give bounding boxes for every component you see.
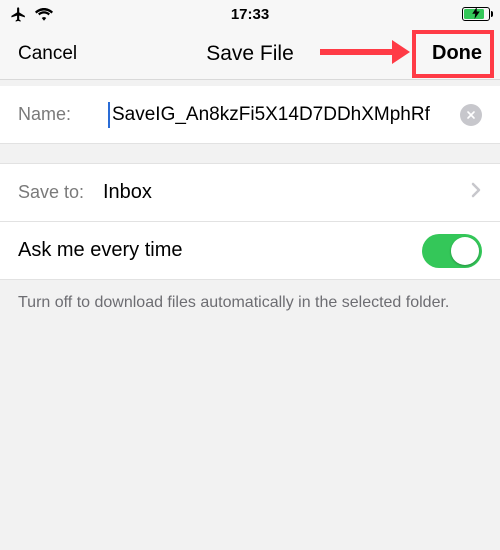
close-icon	[466, 110, 476, 120]
ask-every-time-label: Ask me every time	[18, 239, 182, 262]
page-title: Save File	[206, 42, 294, 66]
footer-description: Turn off to download files automatically…	[0, 280, 500, 326]
done-button[interactable]: Done	[432, 42, 482, 64]
battery-icon	[462, 7, 490, 21]
cancel-button[interactable]: Cancel	[18, 43, 77, 65]
status-right	[462, 7, 490, 21]
charging-bolt-icon	[472, 7, 480, 22]
navigation-bar: Cancel Save File Done	[0, 28, 500, 80]
toggle-knob	[451, 237, 479, 265]
name-row: Name:	[0, 86, 500, 144]
status-bar: 17:33	[0, 0, 500, 28]
save-to-row[interactable]: Save to: Inbox	[0, 164, 500, 222]
status-time: 17:33	[231, 6, 269, 23]
wifi-icon	[35, 7, 53, 21]
status-left	[10, 6, 53, 23]
save-to-label: Save to:	[18, 182, 103, 203]
save-to-value: Inbox	[103, 181, 152, 204]
name-label: Name:	[18, 104, 108, 125]
ask-every-time-row: Ask me every time	[0, 222, 500, 280]
ask-every-time-toggle[interactable]	[422, 234, 482, 268]
section-gap	[0, 144, 500, 164]
filename-input[interactable]	[108, 102, 452, 128]
airplane-mode-icon	[10, 6, 27, 23]
chevron-right-icon	[470, 181, 482, 204]
clear-text-button[interactable]	[460, 104, 482, 126]
